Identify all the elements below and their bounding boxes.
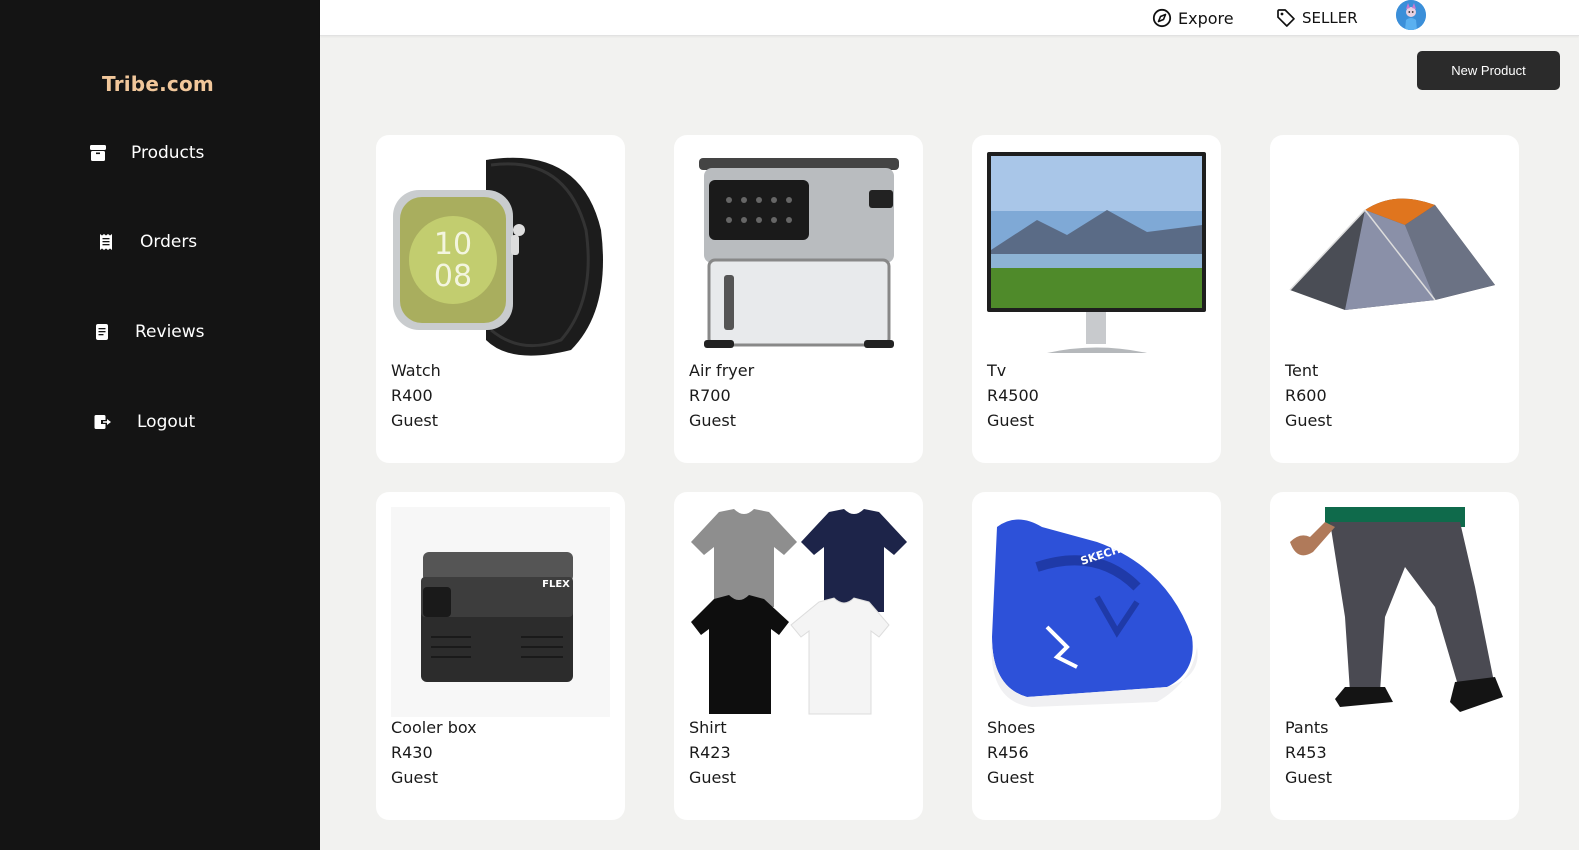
product-card[interactable]: Shirt R423 Guest (674, 492, 923, 820)
sidebar: Tribe.com Products Orders Reviews Logout (0, 0, 320, 850)
cooler-box-image: FLEX (391, 507, 610, 717)
shoes-image: SKECHERS (987, 507, 1206, 717)
sidebar-item-label: Logout (137, 412, 196, 432)
sidebar-item-label: Products (131, 143, 205, 163)
product-name: Cooler box (391, 718, 477, 737)
product-seller: Guest (987, 411, 1034, 430)
product-card[interactable]: Air fryer R700 Guest (674, 135, 923, 463)
product-seller: Guest (689, 411, 736, 430)
product-name: Air fryer (689, 361, 755, 380)
watch-image: 10 08 (391, 150, 610, 360)
product-name: Watch (391, 361, 441, 380)
product-name: Shoes (987, 718, 1036, 737)
product-name: Tv (987, 361, 1007, 380)
sidebar-item-reviews[interactable]: Reviews (90, 315, 290, 349)
compass-icon (1152, 8, 1172, 28)
avatar[interactable] (1396, 0, 1426, 30)
product-seller: Guest (987, 768, 1034, 787)
tag-icon (1277, 9, 1295, 27)
seller-link[interactable]: SELLER (1276, 6, 1358, 30)
svg-text:10: 10 (434, 227, 472, 262)
product-price: R400 (391, 386, 433, 405)
product-seller: Guest (391, 411, 438, 430)
new-product-button[interactable]: New Product (1417, 51, 1560, 90)
air-fryer-image (689, 150, 908, 360)
sidebar-item-label: Reviews (135, 322, 205, 342)
product-name: Tent (1285, 361, 1319, 380)
product-seller: Guest (1285, 411, 1332, 430)
document-icon (90, 320, 114, 344)
sidebar-item-label: Orders (140, 232, 198, 252)
product-card[interactable]: 10 08 Watch R400 Guest (376, 135, 625, 463)
shirt-image (689, 507, 908, 717)
svg-text:08: 08 (434, 259, 472, 294)
pants-image (1285, 507, 1504, 717)
logout-icon (91, 410, 115, 434)
product-seller: Guest (391, 768, 438, 787)
box-icon (86, 141, 110, 165)
brand-logo[interactable]: Tribe.com (0, 72, 316, 96)
product-card[interactable]: Tv R4500 Guest (972, 135, 1221, 463)
product-card[interactable]: SKECHERS Shoes R456 Guest (972, 492, 1221, 820)
product-card[interactable]: Pants R453 Guest (1270, 492, 1519, 820)
sidebar-item-orders[interactable]: Orders (94, 225, 294, 259)
product-price: R430 (391, 743, 433, 762)
product-price: R453 (1285, 743, 1327, 762)
svg-text:FLEX: FLEX (542, 579, 570, 590)
explore-label: Expore (1178, 8, 1234, 28)
product-price: R423 (689, 743, 731, 762)
product-price: R4500 (987, 386, 1039, 405)
product-name: Pants (1285, 718, 1329, 737)
receipt-icon (94, 230, 118, 254)
top-bar: Expore SELLER (320, 0, 1579, 36)
product-card[interactable]: FLEX Cooler box R430 Guest (376, 492, 625, 820)
product-seller: Guest (689, 768, 736, 787)
product-price: R456 (987, 743, 1029, 762)
product-price: R700 (689, 386, 731, 405)
sidebar-item-products[interactable]: Products (86, 136, 286, 170)
sidebar-item-logout[interactable]: Logout (91, 405, 291, 439)
tv-image (987, 150, 1206, 360)
product-seller: Guest (1285, 768, 1332, 787)
product-price: R600 (1285, 386, 1327, 405)
product-card[interactable]: Tent R600 Guest (1270, 135, 1519, 463)
explore-link[interactable]: Expore (1152, 6, 1234, 30)
seller-label: SELLER (1302, 9, 1358, 27)
product-name: Shirt (689, 718, 727, 737)
tent-image (1285, 150, 1504, 360)
